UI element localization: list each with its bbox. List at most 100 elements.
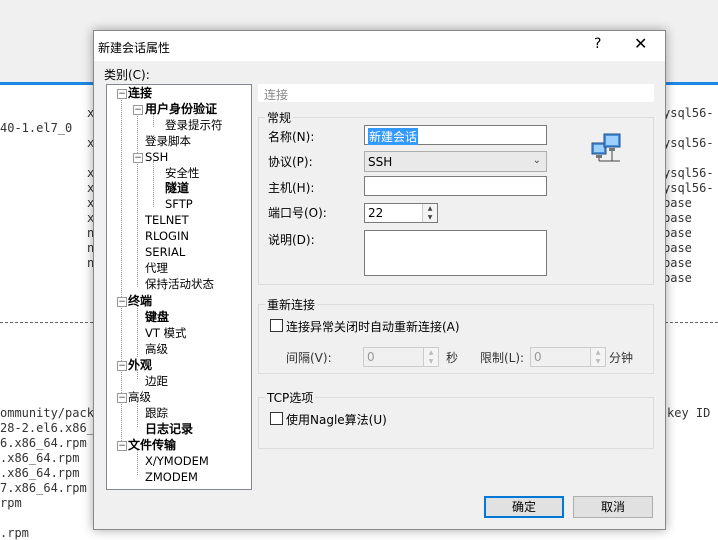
close-button[interactable]: ✕ <box>634 34 647 53</box>
auto-reconnect-checkbox[interactable] <box>270 319 283 332</box>
spin-up-icon[interactable]: ▲ <box>424 348 438 357</box>
collapse-icon[interactable]: − <box>117 361 127 371</box>
spin-down-icon[interactable]: ▼ <box>591 357 605 366</box>
spin-up-icon[interactable]: ▲ <box>423 204 437 213</box>
terminal-line: .rpm <box>0 526 29 540</box>
tree-item-rlogin[interactable]: RLOGIN <box>145 229 189 243</box>
limit-spinner[interactable]: 0 ▲ ▼ <box>530 347 606 367</box>
tree-item-advanced-group[interactable]: 高级 <box>128 390 151 404</box>
interval-label: 间隔(V): <box>286 351 332 365</box>
terminal-line: base <box>663 226 692 240</box>
interval-value: 0 <box>367 350 375 364</box>
terminal-line: .x86_64.rpm <box>0 466 80 480</box>
terminal-line: ysql56- <box>663 106 714 120</box>
terminal-line: 40-1.el7_0 <box>0 121 73 135</box>
seconds-label: 秒 <box>446 351 459 365</box>
tree-item-auth[interactable]: 用户身份验证 <box>145 102 217 116</box>
port-value: 22 <box>368 206 384 220</box>
protocol-label: 协议(P): <box>268 155 313 169</box>
panel-header-label: 连接 <box>264 88 289 102</box>
tree-item-terminal[interactable]: 终端 <box>128 294 152 308</box>
description-label: 说明(D): <box>268 233 315 247</box>
tree-item-zmodem[interactable]: ZMODEM <box>145 470 198 484</box>
nagle-checkbox[interactable] <box>270 412 283 425</box>
session-properties-dialog: 新建会话属性 ? ✕ 类别(C): − 连接 − 用户身份验证 登录提示符 登录… <box>93 30 666 530</box>
terminal-line: base <box>663 271 692 285</box>
tree-item-telnet[interactable]: TELNET <box>145 213 189 227</box>
tree-item-tunnel[interactable]: 隧道 <box>165 181 189 195</box>
limit-value: 0 <box>534 350 542 364</box>
auto-reconnect-label: 连接异常关闭时自动重新连接(A) <box>286 320 460 334</box>
terminal-line: ysql56- <box>663 136 714 150</box>
terminal-line: 7.x86_64.rpm <box>0 481 87 495</box>
name-input[interactable]: 新建会话 <box>364 125 547 145</box>
tree-line <box>137 449 138 475</box>
terminal-line: base <box>663 241 692 255</box>
reconnect-legend: 重新连接 <box>267 298 316 312</box>
nagle-label: 使用Nagle算法(U) <box>286 413 387 427</box>
protocol-value: SSH <box>368 155 393 169</box>
name-label: 名称(N): <box>268 130 315 144</box>
spin-down-icon[interactable]: ▼ <box>424 357 438 366</box>
tree-item-trace[interactable]: 跟踪 <box>145 406 168 420</box>
terminal-line: base <box>663 211 692 225</box>
tree-item-logging[interactable]: 日志记录 <box>145 422 193 436</box>
tree-item-login-script[interactable]: 登录脚本 <box>145 134 191 148</box>
terminal-line: key ID 5 <box>667 406 718 420</box>
collapse-icon[interactable]: − <box>117 393 127 403</box>
host-label: 主机(H): <box>268 181 315 195</box>
terminal-line: ysql56- <box>663 166 714 180</box>
name-value: 新建会话 <box>368 128 419 145</box>
tree-line <box>137 113 138 287</box>
terminal-line: 28-2.el6.x86_6 <box>0 421 102 435</box>
terminal-line: 6.x86_64.rpm <box>0 436 87 450</box>
cancel-button[interactable]: 取消 <box>573 496 653 518</box>
collapse-icon[interactable]: − <box>133 153 143 163</box>
network-computers-icon <box>591 133 621 162</box>
tree-item-keyboard[interactable]: 键盘 <box>145 310 169 324</box>
collapse-icon[interactable]: − <box>133 105 143 115</box>
tree-item-keepalive[interactable]: 保持活动状态 <box>145 277 214 291</box>
terminal-line: rpm <box>0 496 22 510</box>
terminal-line: .x86_64.rpm <box>0 451 80 465</box>
help-button[interactable]: ? <box>594 36 601 52</box>
ok-button[interactable]: 确定 <box>484 496 564 518</box>
category-tree[interactable]: − 连接 − 用户身份验证 登录提示符 登录脚本 − SSH 安全性 隧道 SF… <box>106 84 252 490</box>
dialog-title: 新建会话属性 <box>98 41 171 55</box>
tree-item-ssh[interactable]: SSH <box>145 150 168 164</box>
tree-item-margin[interactable]: 边距 <box>145 374 168 388</box>
interval-spinner[interactable]: 0 ▲ ▼ <box>363 347 439 367</box>
protocol-select[interactable]: SSH ⌄ <box>364 151 547 172</box>
panel-header: 连接 <box>258 84 654 102</box>
minutes-label: 分钟 <box>609 351 634 365</box>
spin-down-icon[interactable]: ▼ <box>423 213 437 222</box>
tree-line <box>137 305 138 357</box>
tree-item-login-prompt[interactable]: 登录提示符 <box>165 118 223 132</box>
tree-item-serial[interactable]: SERIAL <box>145 245 185 259</box>
spin-up-icon[interactable]: ▲ <box>591 348 605 357</box>
collapse-icon[interactable]: − <box>117 441 127 451</box>
tree-line <box>153 161 154 207</box>
category-label: 类别(C): <box>104 68 150 82</box>
tree-item-advanced[interactable]: 高级 <box>145 342 168 356</box>
tree-item-file-transfer[interactable]: 文件传输 <box>128 438 176 452</box>
terminal-line: base <box>663 196 692 210</box>
collapse-icon[interactable]: − <box>117 297 127 307</box>
host-input[interactable] <box>364 176 547 196</box>
collapse-icon[interactable]: − <box>117 89 127 99</box>
tree-line <box>137 401 138 427</box>
dialog-titlebar[interactable]: 新建会话属性 ? ✕ <box>94 31 665 61</box>
description-textarea[interactable] <box>364 230 547 276</box>
tree-item-vt-mode[interactable]: VT 模式 <box>145 326 187 340</box>
terminal-line: ommunity/packa <box>0 406 102 420</box>
tcp-options-legend: TCP选项 <box>267 391 314 405</box>
port-spinner[interactable]: 22 ▲ ▼ <box>364 203 438 223</box>
tree-item-xymodem[interactable]: X/YMODEM <box>145 454 209 468</box>
tree-item-proxy[interactable]: 代理 <box>145 261 168 275</box>
tree-item-appearance[interactable]: 外观 <box>128 358 152 372</box>
tree-item-connection[interactable]: 连接 <box>128 86 152 100</box>
tree-item-sftp[interactable]: SFTP <box>165 197 193 211</box>
tree-item-security[interactable]: 安全性 <box>165 166 200 180</box>
general-legend: 常规 <box>267 111 292 125</box>
chevron-down-icon: ⌄ <box>532 155 541 166</box>
